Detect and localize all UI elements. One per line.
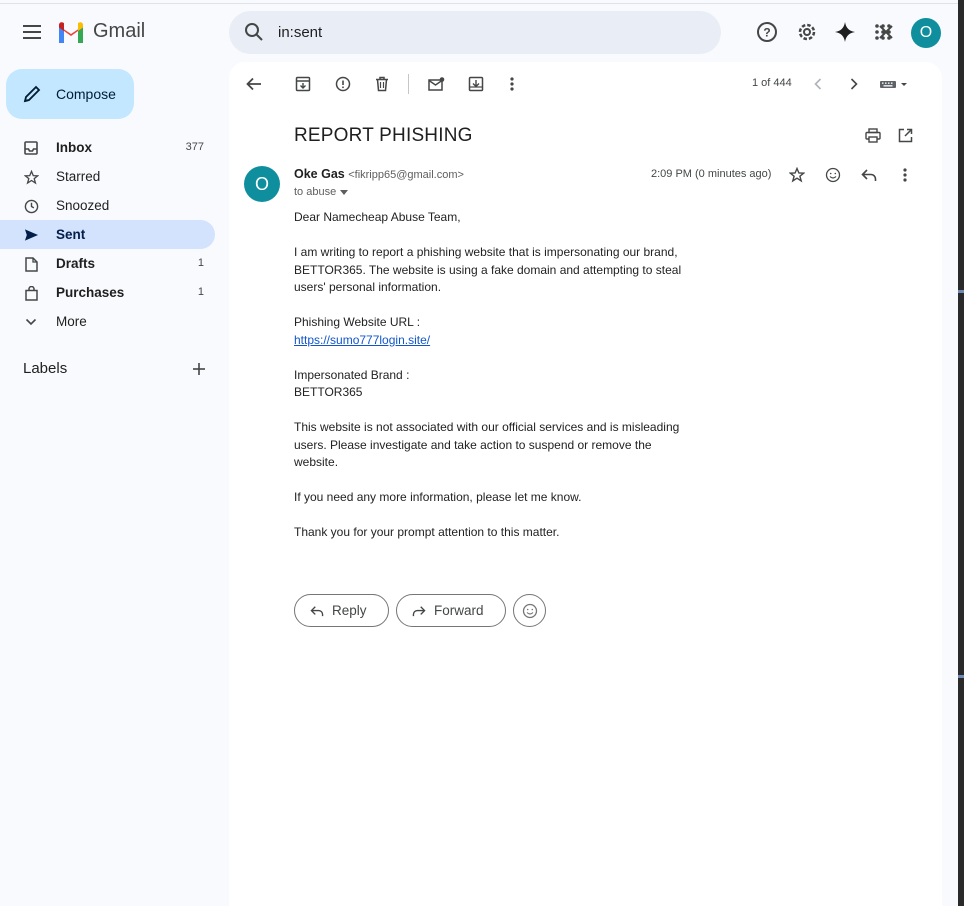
sidebar-item-label: Purchases	[56, 285, 125, 300]
toolbar-divider	[408, 74, 409, 94]
url-label: Phishing Website URL :	[294, 315, 421, 329]
reply-button[interactable]: Reply	[294, 594, 389, 627]
message-panel: 1 of 444 REPORT PHISHING O Oke Gas <fikr…	[229, 62, 942, 906]
sidebar-item-label: Starred	[56, 169, 101, 184]
sidebar-item-label: Sent	[56, 227, 86, 242]
caret-down-icon[interactable]	[340, 189, 349, 195]
email-body: Dear Namecheap Abuse Team, I am writing …	[294, 209, 694, 559]
search-input[interactable]	[278, 21, 638, 43]
emoji-reaction-icon[interactable]	[823, 165, 843, 185]
search-icon[interactable]	[244, 22, 264, 42]
unread-count: 377	[185, 141, 204, 153]
sidebar-item-label: Inbox	[56, 140, 92, 155]
inbox-icon	[23, 140, 39, 156]
pager-count: 1 of 444	[752, 77, 792, 89]
sender-avatar[interactable]: O	[244, 166, 280, 202]
apps-grid-icon[interactable]	[872, 21, 894, 43]
sidebar-item-starred[interactable]: Starred	[0, 162, 215, 191]
reply-icon	[310, 605, 324, 617]
background-window-edge	[958, 0, 964, 906]
move-to-icon[interactable]	[466, 74, 486, 94]
emoji-icon	[522, 603, 537, 618]
pencil-icon	[23, 85, 41, 103]
back-arrow-icon[interactable]	[244, 74, 264, 94]
recipient-text: to abuse	[294, 186, 337, 198]
email-subject: REPORT PHISHING	[294, 125, 473, 146]
svg-text:?: ?	[763, 26, 770, 40]
forward-button[interactable]: Forward	[396, 594, 506, 627]
brand-value: BETTOR365	[294, 385, 363, 399]
account-avatar[interactable]: O	[911, 18, 941, 48]
gear-icon[interactable]	[796, 21, 818, 43]
hamburger-icon	[23, 25, 41, 39]
chevron-down-icon	[23, 314, 39, 330]
sidebar-item-snoozed[interactable]: Snoozed	[0, 191, 215, 220]
chevron-right-icon[interactable]	[844, 74, 864, 94]
bag-icon	[23, 285, 39, 301]
body-paragraph: If you need any more information, please…	[294, 490, 582, 504]
sidebar-item-sent[interactable]: Sent	[0, 220, 215, 249]
body-paragraph: Thank you for your prompt attention to t…	[294, 525, 560, 539]
purchases-count: 1	[197, 286, 204, 298]
trash-icon[interactable]	[372, 74, 392, 94]
sender-line: Oke Gas <fikripp65@gmail.com>	[294, 167, 464, 181]
keyboard-input-icon[interactable]	[878, 74, 912, 94]
compose-button[interactable]: Compose	[6, 69, 134, 119]
gmail-m-icon	[59, 21, 83, 43]
send-icon	[23, 227, 39, 243]
reply-icon[interactable]	[859, 165, 879, 185]
gmail-wordmark: Gmail	[93, 20, 146, 42]
star-icon[interactable]	[787, 165, 807, 185]
sidebar-item-more[interactable]: More	[0, 307, 215, 336]
more-vert-icon[interactable]	[502, 74, 522, 94]
plus-icon[interactable]	[189, 359, 209, 379]
sidebar-item-inbox[interactable]: Inbox 377	[0, 133, 215, 162]
draft-count: 1	[197, 257, 204, 269]
report-spam-icon[interactable]	[333, 74, 353, 94]
draft-icon	[23, 256, 39, 272]
gemini-sparkle-icon[interactable]	[834, 21, 856, 43]
main-menu-button[interactable]	[14, 14, 50, 50]
help-icon[interactable]: ?	[756, 21, 778, 43]
body-paragraph: I am writing to report a phishing websit…	[294, 245, 682, 294]
sidebar-nav: Inbox 377 Starred Snoozed Sent Drafts 1 …	[0, 133, 215, 336]
email-timestamp: 2:09 PM (0 minutes ago)	[651, 168, 772, 180]
sidebar-item-label: Drafts	[56, 256, 96, 271]
gmail-logo[interactable]: Gmail	[57, 20, 145, 43]
recipient-line[interactable]: to abuse	[294, 186, 349, 198]
search-bar[interactable]	[229, 11, 933, 54]
sidebar-item-label: More	[56, 314, 87, 329]
window-top-edge	[0, 0, 964, 4]
sidebar-item-label: Snoozed	[56, 198, 110, 213]
body-paragraph: This website is not associated with our …	[294, 420, 680, 469]
sidebar-item-purchases[interactable]: Purchases 1	[0, 278, 215, 307]
sender-email: <fikripp65@gmail.com>	[348, 169, 464, 181]
sidebar-item-drafts[interactable]: Drafts 1	[0, 249, 215, 278]
body-brand-block: Impersonated Brand : BETTOR365	[294, 367, 694, 402]
body-greeting: Dear Namecheap Abuse Team,	[294, 210, 461, 224]
compose-label: Compose	[56, 86, 116, 102]
mark-unread-icon[interactable]	[426, 74, 446, 94]
phishing-url-link[interactable]: https://sumo777login.site/	[294, 333, 430, 347]
brand-label: Impersonated Brand :	[294, 367, 410, 382]
more-vert-icon[interactable]	[895, 165, 915, 185]
sender-name[interactable]: Oke Gas	[294, 167, 345, 181]
chevron-left-icon[interactable]	[808, 74, 828, 94]
emoji-react-button[interactable]	[513, 594, 546, 627]
body-url-block: Phishing Website URL : https://sumo777lo…	[294, 314, 694, 349]
open-new-window-icon[interactable]	[895, 125, 915, 145]
print-icon[interactable]	[863, 125, 883, 145]
star-icon	[23, 169, 39, 185]
forward-icon	[412, 605, 426, 617]
archive-icon[interactable]	[293, 74, 313, 94]
labels-heading: Labels	[23, 360, 68, 377]
forward-label: Forward	[434, 603, 484, 618]
reply-label: Reply	[332, 603, 367, 618]
clock-icon	[23, 198, 39, 214]
